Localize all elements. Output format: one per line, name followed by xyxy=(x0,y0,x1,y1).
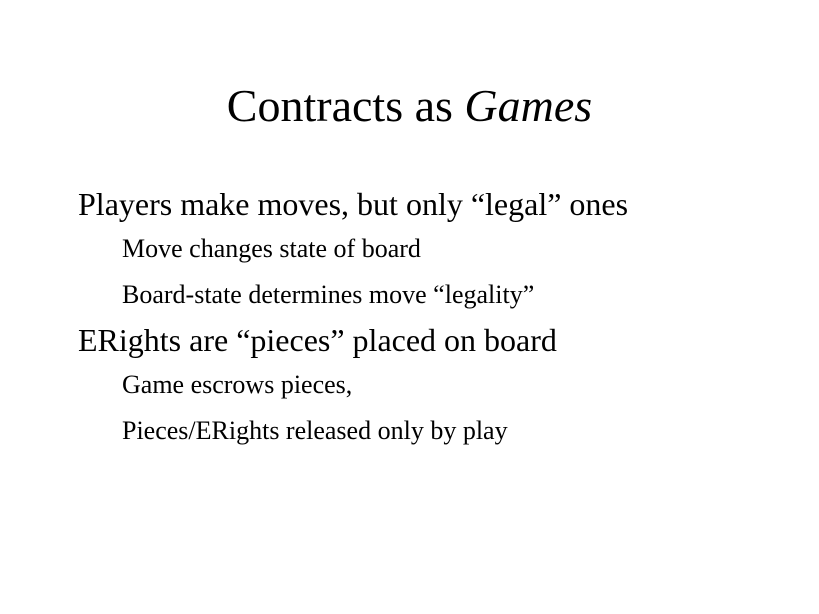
bullet-item: Players make moves, but only “legal” one… xyxy=(78,186,629,222)
sub-bullet-item: Move changes state of board xyxy=(122,234,421,263)
sub-bullet-item: Pieces/ERights released only by play xyxy=(122,416,508,445)
sub-bullet-item: Board-state determines move “legality” xyxy=(122,280,535,309)
slide: Contracts as Games Players make moves, b… xyxy=(0,0,819,614)
bullet-list: Players make moves, but only “legal” one… xyxy=(78,182,798,454)
title-emphasis: Games xyxy=(464,80,593,131)
sub-bullet-item: Game escrows pieces, xyxy=(122,370,353,399)
bullet-item: ERights are “pieces” placed on board xyxy=(78,322,557,358)
title-prefix: Contracts as xyxy=(226,80,465,131)
slide-title: Contracts as Games xyxy=(0,78,819,134)
